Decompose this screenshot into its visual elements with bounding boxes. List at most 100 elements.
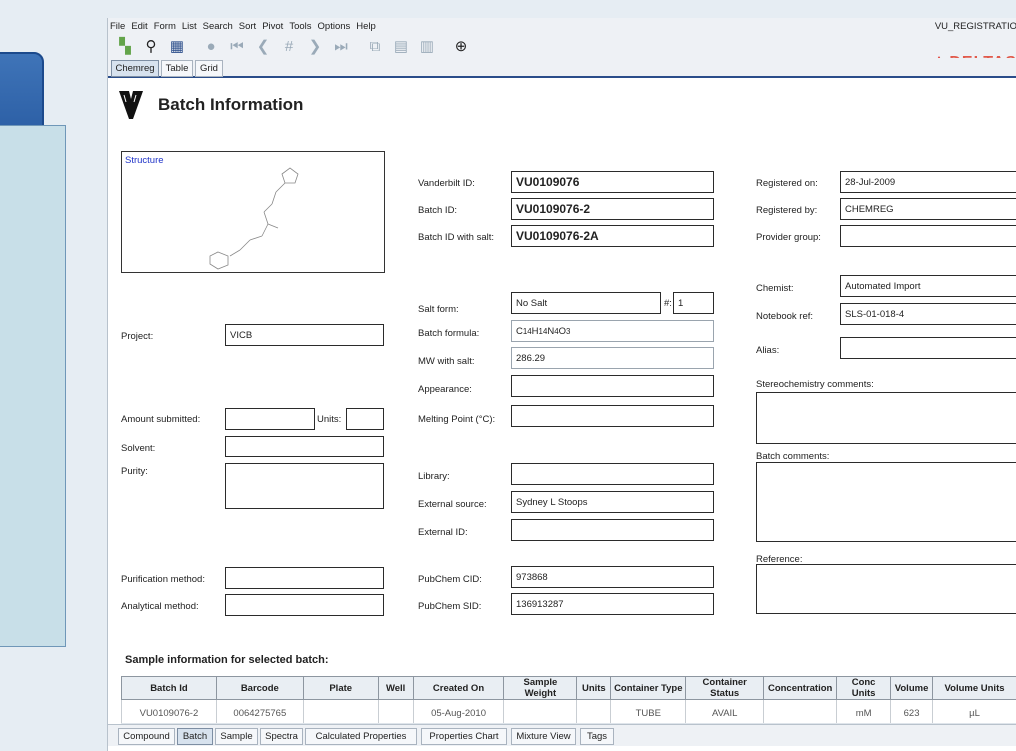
col-barcode[interactable]: Barcode (215, 676, 304, 700)
paste-icon[interactable]: ▤ (390, 36, 412, 56)
menu-edit[interactable]: Edit (131, 21, 147, 32)
external-id-field[interactable] (511, 519, 714, 541)
previous-record-icon[interactable]: ❮ (252, 36, 274, 56)
col-container-status[interactable]: Container Status (685, 676, 765, 700)
salt-count-field[interactable]: 1 (673, 292, 714, 314)
pubchem-cid-field[interactable]: 973868 (511, 566, 714, 588)
tab-mixture-view[interactable]: Mixture View (511, 728, 576, 745)
pubchem-sid-field[interactable]: 136913287 (511, 593, 714, 615)
registered-by-field[interactable]: CHEMREG (840, 198, 1016, 220)
batch-formula-field: C 14 H 14 N 4 O 3 (511, 320, 714, 342)
structure-panel[interactable]: Structure (121, 151, 385, 273)
tab-tags[interactable]: Tags (580, 728, 614, 745)
stop-icon[interactable]: ● (200, 36, 222, 56)
mw-with-salt-label: MW with salt: (418, 356, 475, 367)
crosshair-icon[interactable]: ⊕ (450, 36, 472, 56)
units-field[interactable] (346, 408, 384, 430)
project-field[interactable]: VICB (225, 324, 384, 346)
tab-compound[interactable]: Compound (118, 728, 175, 745)
units-label: Units: (317, 414, 342, 425)
chemist-label: Chemist: (756, 283, 794, 294)
library-field[interactable] (511, 463, 714, 485)
menu-form[interactable]: Form (154, 21, 176, 32)
binoculars-icon[interactable]: ⚲ (140, 36, 162, 56)
col-created-on[interactable]: Created On (412, 676, 505, 700)
tab-batch[interactable]: Batch (177, 728, 213, 745)
menu-pivot[interactable]: Pivot (262, 21, 283, 32)
col-concentration[interactable]: Concentration (763, 676, 838, 700)
registered-on-label: Registered on: (756, 178, 818, 189)
chart-icon[interactable]: ▚ (114, 36, 136, 56)
tab-spectra[interactable]: Spectra (260, 728, 303, 745)
registered-on-field[interactable]: 28-Jul-2009 (840, 171, 1016, 193)
goto-record-icon[interactable]: # (278, 36, 300, 56)
external-id-label: External ID: (418, 527, 468, 538)
col-sample-weight[interactable]: Sample Weight (503, 676, 578, 700)
chemist-field[interactable]: Automated Import (840, 275, 1016, 297)
menu-search[interactable]: Search (203, 21, 233, 32)
pubchem-sid-label: PubChem SID: (418, 601, 482, 612)
tab-grid[interactable]: Grid (195, 60, 223, 77)
col-conc-units[interactable]: Conc Units (836, 676, 892, 700)
alias-field[interactable] (840, 337, 1016, 359)
col-volume[interactable]: Volume (890, 676, 934, 700)
last-record-icon[interactable]: ⏭ (330, 36, 352, 56)
melting-point-label: Melting Point (°C): (418, 414, 496, 425)
solvent-field[interactable] (225, 436, 384, 457)
bottom-tabs: Compound Batch Sample Spectra Calculated… (108, 724, 1016, 746)
application-window: File Edit Form List Search Sort Pivot To… (107, 18, 1016, 751)
menu-bar: File Edit Form List Search Sort Pivot To… (108, 18, 1016, 34)
menu-file[interactable]: File (110, 21, 125, 32)
stereochemistry-comments-field[interactable] (756, 392, 1016, 444)
sample-table: Batch Id Barcode Plate Well Created On S… (121, 676, 1016, 727)
batch-id-field[interactable]: VU0109076-2 (511, 198, 714, 220)
col-plate[interactable]: Plate (302, 676, 379, 700)
col-volume-units[interactable]: Volume Units (932, 676, 1016, 700)
registered-by-label: Registered by: (756, 205, 818, 216)
next-record-icon[interactable]: ❯ (304, 36, 326, 56)
alias-label: Alias: (756, 345, 780, 356)
tab-calculated-properties[interactable]: Calculated Properties (305, 728, 417, 745)
purity-field[interactable] (225, 463, 384, 509)
library-label: Library: (418, 471, 450, 482)
batch-formula-label: Batch formula: (418, 328, 480, 339)
first-record-icon[interactable]: ⏮ (226, 36, 248, 56)
tab-table[interactable]: Table (161, 60, 193, 77)
tab-sample[interactable]: Sample (215, 728, 258, 745)
table-header-row: Batch Id Barcode Plate Well Created On S… (121, 676, 1016, 700)
paste-append-icon[interactable]: ▥ (416, 36, 438, 56)
tab-chemreg[interactable]: Chemreg (111, 60, 159, 77)
form-view-icon[interactable]: ▦ (166, 36, 188, 56)
purity-label: Purity: (121, 466, 148, 477)
structure-label: Structure (125, 155, 164, 166)
view-tabs: Chemreg Table Grid (108, 58, 1016, 78)
app-name: VU_REGISTRATIO (934, 21, 1016, 32)
col-well[interactable]: Well (377, 676, 414, 700)
purification-method-field[interactable] (225, 567, 384, 589)
provider-group-field[interactable] (840, 225, 1016, 247)
menu-tools[interactable]: Tools (289, 21, 311, 32)
notebook-ref-label: Notebook ref: (756, 311, 814, 322)
salt-form-field[interactable]: No Salt (511, 292, 661, 314)
col-batch-id[interactable]: Batch Id (121, 676, 217, 700)
reference-field[interactable] (756, 564, 1016, 614)
analytical-method-field[interactable] (225, 594, 384, 616)
melting-point-field[interactable] (511, 405, 714, 427)
appearance-field[interactable] (511, 375, 714, 397)
vanderbilt-id-field[interactable]: VU0109076 (511, 171, 714, 193)
menu-list[interactable]: List (182, 21, 197, 32)
copy-icon[interactable]: ⧉ (364, 36, 386, 56)
batch-comments-field[interactable] (756, 462, 1016, 542)
menu-help[interactable]: Help (356, 21, 376, 32)
sample-info-header: Sample information for selected batch: (125, 654, 329, 666)
tab-properties-chart[interactable]: Properties Chart (421, 728, 507, 745)
menu-options[interactable]: Options (318, 21, 351, 32)
notebook-ref-field[interactable]: SLS-01-018-4 (840, 303, 1016, 325)
menu-sort[interactable]: Sort (239, 21, 256, 32)
amount-submitted-field[interactable] (225, 408, 315, 430)
batch-id-label: Batch ID: (418, 205, 458, 216)
col-container-type[interactable]: Container Type (610, 676, 687, 700)
external-source-field[interactable]: Sydney L Stoops (511, 491, 714, 513)
batch-id-with-salt-field[interactable]: VU0109076-2A (511, 225, 714, 247)
col-units[interactable]: Units (576, 676, 612, 700)
